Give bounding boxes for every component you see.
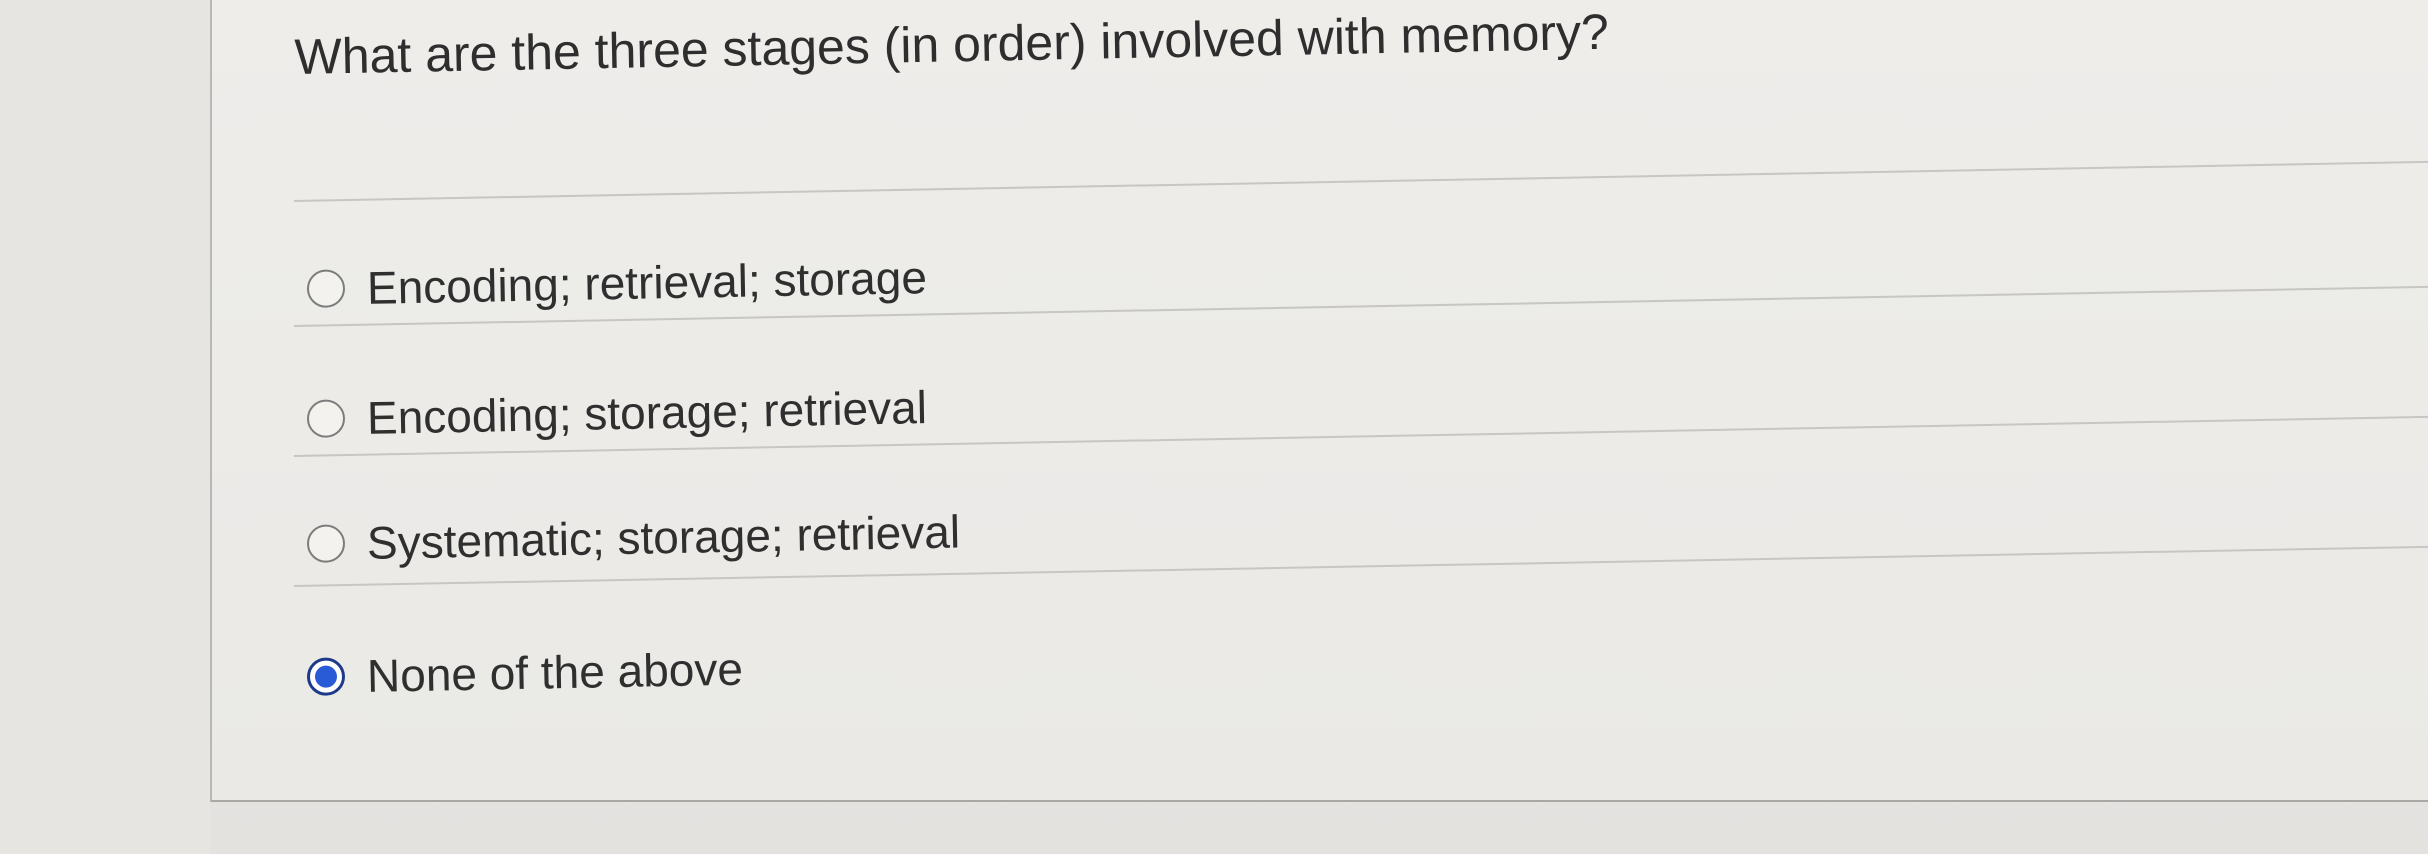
left-margin [0,0,210,854]
question-text: What are the three stages (in order) inv… [294,3,1610,85]
option-label: None of the above [366,642,744,702]
radio-button-icon[interactable] [306,269,346,308]
radio-button-selected-icon[interactable] [306,657,346,696]
radio-button-icon[interactable] [306,399,346,438]
option-label: Encoding; retrieval; storage [366,251,928,314]
answer-option-1[interactable]: Encoding; retrieval; storage [306,250,927,316]
question-panel: What are the three stages (in order) inv… [210,0,2428,802]
answer-option-3[interactable]: Systematic; storage; retrieval [306,504,960,571]
radio-button-icon[interactable] [306,524,346,563]
question-divider [293,160,2428,202]
answer-option-2[interactable]: Encoding; storage; retrieval [306,380,927,446]
option-label: Encoding; storage; retrieval [366,381,928,444]
answer-option-4[interactable]: None of the above [306,642,743,704]
option-label: Systematic; storage; retrieval [366,505,961,569]
